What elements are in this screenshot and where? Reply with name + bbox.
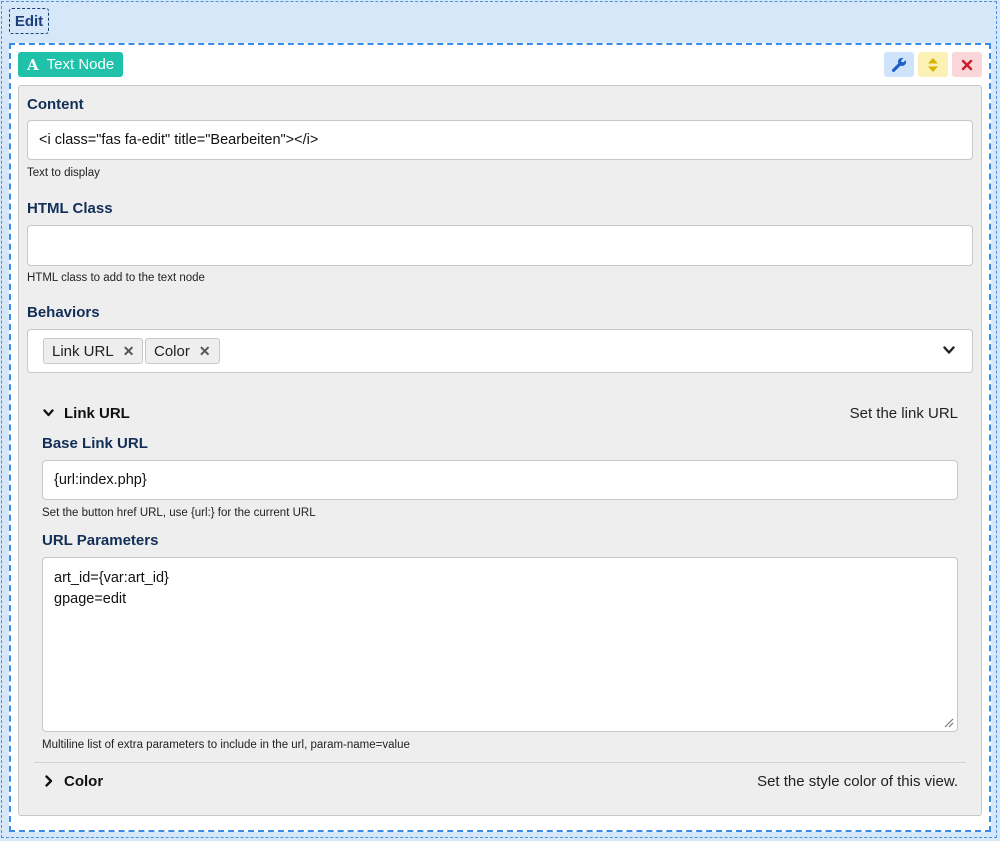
behavior-chip-label: Link URL [52,342,114,360]
link-url-description: Set the link URL [849,405,958,422]
sort-arrows-icon [928,57,938,72]
base-link-url-input[interactable]: {url:index.php} [42,460,958,500]
content-label: Content [27,96,84,113]
chevron-down-icon[interactable] [943,346,955,355]
move-button[interactable] [918,52,948,77]
base-link-url-label: Base Link URL [42,435,148,452]
text-node-badge: A Text Node [18,52,123,77]
html-class-help: HTML class to add to the text node [27,272,205,284]
base-link-url-help: Set the button href URL, use {url:} for … [42,507,316,519]
behavior-chip-color: Color ✕ [145,338,220,364]
text-A-icon: A [27,55,39,74]
wrench-icon [891,57,907,72]
resize-handle-icon[interactable] [942,716,954,728]
behaviors-label: Behaviors [27,304,100,321]
remove-button[interactable] [952,52,982,77]
chip-remove-icon[interactable]: ✕ [123,343,135,360]
html-class-input[interactable] [27,225,973,266]
chip-remove-icon[interactable]: ✕ [199,343,211,360]
chevron-right-icon [45,775,53,787]
behavior-chip-label: Color [154,342,190,360]
settings-button[interactable] [884,52,914,77]
section-divider [34,762,966,763]
link-url-title: Link URL [64,405,130,422]
color-title: Color [64,773,104,790]
content-input[interactable]: <i class="fas fa-edit" title="Bearbeiten… [27,120,973,160]
close-icon [961,59,973,70]
html-class-label: HTML Class [27,200,113,217]
url-parameters-help: Multiline list of extra parameters to in… [42,739,410,751]
url-parameters-label: URL Parameters [42,532,159,549]
chevron-down-icon [43,409,54,417]
url-parameters-textarea[interactable]: art_id={var:art_id} gpage=edit [42,557,958,732]
edit-tag[interactable]: Edit [9,8,49,34]
content-help: Text to display [27,167,100,179]
text-node-badge-label: Text Node [46,56,115,73]
behavior-chip-link-url: Link URL ✕ [43,338,144,364]
color-description: Set the style color of this view. [757,773,958,790]
